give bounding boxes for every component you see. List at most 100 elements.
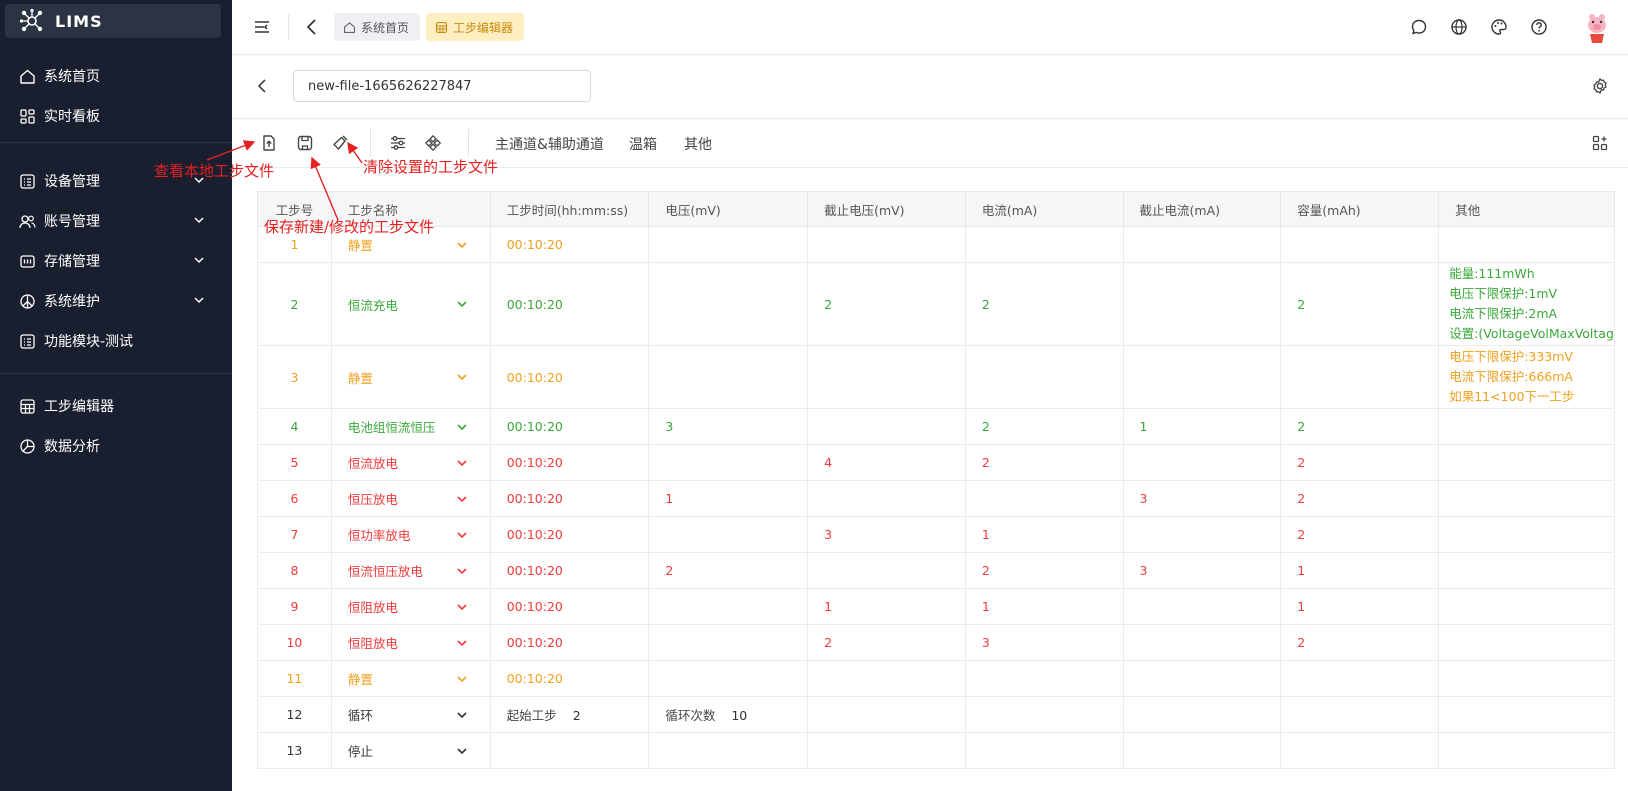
avatar[interactable]	[1580, 10, 1614, 44]
current-cell[interactable]: 1	[964, 588, 1124, 625]
voltage-cell[interactable]	[648, 444, 809, 481]
cutoff-voltage-cell[interactable]	[807, 345, 966, 409]
cutoff-voltage-cell[interactable]: 2	[807, 624, 966, 661]
table-row-stop[interactable]: 13 停止	[257, 732, 1615, 769]
cutoff-voltage-cell[interactable]	[807, 480, 966, 517]
table-row[interactable]: 6 恒压放电 00:10:20 1 3 2	[257, 480, 1615, 517]
table-row[interactable]: 4 电池组恒流恒压 00:10:20 3 2 1 2	[257, 408, 1615, 445]
step-name-select[interactable]: 恒流恒压放电	[330, 552, 491, 589]
other-cell[interactable]	[1438, 516, 1615, 553]
voltage-cell[interactable]	[648, 226, 809, 263]
current-cell[interactable]: 3	[964, 624, 1124, 661]
current-cell[interactable]	[964, 226, 1124, 263]
sidebar-item-data-analysis[interactable]: 数据分析	[0, 426, 232, 466]
cutoff-current-cell[interactable]	[1122, 444, 1282, 481]
capacity-cell[interactable]: 1	[1280, 552, 1440, 589]
other-cell[interactable]	[1438, 588, 1615, 625]
step-name-select[interactable]: 电池组恒流恒压	[330, 408, 491, 445]
cutoff-current-cell[interactable]	[1122, 226, 1282, 263]
current-cell[interactable]	[964, 660, 1124, 697]
tab-step-editor[interactable]: 工步编辑器	[426, 13, 524, 41]
table-row[interactable]: 1 静置 00:10:20	[257, 226, 1615, 263]
step-time-cell[interactable]: 00:10:20	[489, 516, 650, 553]
cutoff-current-cell[interactable]	[1122, 516, 1282, 553]
step-time-cell[interactable]: 00:10:20	[489, 226, 650, 263]
step-name-select[interactable]: 恒阻放电	[330, 588, 491, 625]
current-cell[interactable]: 2	[964, 552, 1124, 589]
step-name-select[interactable]: 静置	[330, 345, 491, 409]
help-icon[interactable]	[1529, 17, 1549, 37]
sidebar-item-maintenance[interactable]: 系统维护	[0, 281, 232, 321]
tab-home[interactable]: 系统首页	[334, 13, 420, 41]
cycle-count-value[interactable]: 10	[731, 708, 747, 723]
capacity-cell[interactable]: 2	[1280, 516, 1440, 553]
current-cell[interactable]: 1	[964, 516, 1124, 553]
capacity-cell[interactable]: 2	[1280, 262, 1440, 346]
other-cell[interactable]	[1438, 660, 1615, 697]
voltage-cell[interactable]	[648, 516, 809, 553]
cutoff-current-cell[interactable]: 1	[1122, 408, 1282, 445]
sidebar-item-accounts[interactable]: 账号管理	[0, 201, 232, 241]
cutoff-current-cell[interactable]	[1122, 262, 1282, 346]
other-cell[interactable]	[1438, 552, 1615, 589]
table-row[interactable]: 7 恒功率放电 00:10:20 3 1 2	[257, 516, 1615, 553]
capacity-cell[interactable]	[1280, 226, 1440, 263]
step-name-select[interactable]: 恒流充电	[330, 262, 491, 346]
sidebar-item-step-editor[interactable]: 工步编辑器	[0, 386, 232, 426]
other-cell[interactable]	[1438, 226, 1615, 263]
cutoff-voltage-cell[interactable]	[807, 408, 966, 445]
step-name-select[interactable]: 静置	[330, 660, 491, 697]
sidebar-item-dashboard[interactable]: 实时看板	[0, 96, 232, 136]
app-logo[interactable]: LIMS	[5, 4, 221, 38]
step-time-cell[interactable]: 00:10:20	[489, 624, 650, 661]
capacity-cell[interactable]: 2	[1280, 408, 1440, 445]
table-row[interactable]: 5 恒流放电 00:10:20 4 2 2	[257, 444, 1615, 481]
step-time-cell[interactable]: 00:10:20	[489, 480, 650, 517]
palette-icon[interactable]	[1489, 17, 1509, 37]
capacity-cell[interactable]	[1280, 660, 1440, 697]
voltage-cell[interactable]: 3	[648, 408, 809, 445]
table-row-cycle[interactable]: 12 循环 起始工步 2 循环次数 10	[257, 696, 1615, 733]
sidebar-item-module-test[interactable]: 功能模块-测试	[0, 321, 232, 361]
other-cell[interactable]	[1438, 408, 1615, 445]
cutoff-current-cell[interactable]	[1122, 660, 1282, 697]
save-icon[interactable]	[295, 133, 315, 153]
message-icon[interactable]	[1409, 17, 1429, 37]
voltage-cell[interactable]	[648, 262, 809, 346]
other-cell[interactable]	[1438, 624, 1615, 661]
table-row[interactable]: 9 恒阻放电 00:10:20 1 1 1	[257, 588, 1615, 625]
current-cell[interactable]	[964, 480, 1124, 517]
other-cell[interactable]	[1438, 444, 1615, 481]
cutoff-current-cell[interactable]	[1122, 345, 1282, 409]
step-time-cell[interactable]: 00:10:20	[489, 588, 650, 625]
globe-icon[interactable]	[1449, 17, 1469, 37]
cutoff-voltage-cell[interactable]: 2	[807, 262, 966, 346]
step-time-cell[interactable]: 00:10:20	[489, 345, 650, 409]
settings-icon[interactable]	[1590, 76, 1610, 96]
cutoff-voltage-cell[interactable]	[807, 226, 966, 263]
cutoff-current-cell[interactable]	[1122, 624, 1282, 661]
step-time-cell[interactable]: 00:10:20	[489, 660, 650, 697]
table-row[interactable]: 2 恒流充电 00:10:20 2 2 2 能量:111mWh 电压下限保护:1mV 电流下限保…	[257, 262, 1615, 346]
capacity-cell[interactable]: 2	[1280, 480, 1440, 517]
sidebar-item-storage[interactable]: 存储管理	[0, 241, 232, 281]
voltage-cell[interactable]	[648, 588, 809, 625]
other-cell[interactable]: 能量:111mWh 电压下限保护:1mV 电流下限保护:2mA 设置:(Voltage…	[1438, 262, 1615, 346]
step-time-cell[interactable]: 00:10:20	[489, 262, 650, 346]
clear-icon[interactable]	[330, 133, 350, 153]
step-name-select[interactable]: 恒功率放电	[330, 516, 491, 553]
file-name-input[interactable]	[293, 70, 591, 102]
table-row[interactable]: 11 静置 00:10:20	[257, 660, 1615, 697]
menu-fold-icon[interactable]	[252, 17, 272, 37]
component-icon[interactable]	[423, 133, 443, 153]
step-name-select[interactable]: 恒阻放电	[330, 624, 491, 661]
cutoff-current-cell[interactable]: 3	[1122, 480, 1282, 517]
sliders-icon[interactable]	[388, 133, 408, 153]
step-time-cell[interactable]: 00:10:20	[489, 408, 650, 445]
tab-main-aux-channel[interactable]: 主通道&辅助通道	[495, 134, 604, 154]
current-cell[interactable]: 2	[964, 444, 1124, 481]
cycle-count-cell[interactable]: 循环次数 10	[648, 696, 809, 733]
cutoff-voltage-cell[interactable]	[807, 552, 966, 589]
cutoff-voltage-cell[interactable]	[807, 660, 966, 697]
cycle-start-value[interactable]: 2	[573, 708, 581, 723]
